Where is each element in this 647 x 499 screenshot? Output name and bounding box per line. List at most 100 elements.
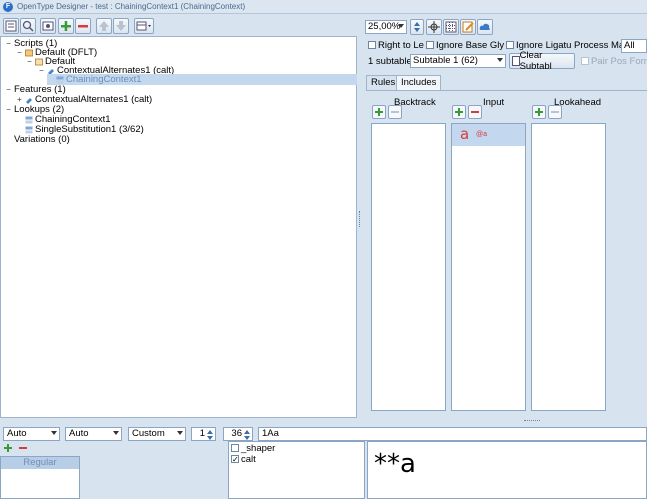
- input-remove-button[interactable]: [468, 105, 482, 119]
- remove-icon: [78, 25, 88, 28]
- ignore-base-checkbox[interactable]: Ignore Base Gly: [426, 40, 504, 52]
- move-up-icon: [99, 21, 109, 31]
- collapse-icon[interactable]: −: [5, 86, 12, 94]
- splitter-grip[interactable]: [359, 211, 361, 227]
- checkbox-box[interactable]: [231, 444, 239, 453]
- input-list-item-selected[interactable]: a @a: [452, 124, 525, 146]
- title-bar: F OpenType Designer - test : ChainingCon…: [0, 0, 647, 14]
- zoom-value: 25,00%: [368, 21, 401, 32]
- expand-icon[interactable]: +: [16, 96, 23, 104]
- remove-button[interactable]: [75, 18, 91, 34]
- collapse-icon[interactable]: −: [38, 67, 45, 75]
- size-stepper-value: 1: [199, 428, 205, 439]
- splitter-grip[interactable]: [524, 420, 540, 422]
- tree-settings-button[interactable]: [40, 18, 56, 34]
- pair-pos-format-checkbox[interactable]: Pair Pos Form: [581, 56, 647, 68]
- collapse-icon[interactable]: −: [5, 106, 12, 114]
- collapse-icon[interactable]: −: [26, 58, 33, 66]
- direction-combo[interactable]: Custom: [128, 427, 186, 441]
- move-down-icon: [116, 21, 126, 31]
- subtable-dropdown[interactable]: Subtable 1 (62): [410, 54, 506, 68]
- tree-node-spacer: [16, 116, 23, 123]
- view-menu-button[interactable]: [134, 18, 154, 34]
- clear-icon: [512, 56, 520, 66]
- checkbox-box[interactable]: [368, 41, 376, 50]
- feature-icon: [26, 97, 32, 104]
- process-marks-dropdown[interactable]: All: [621, 39, 647, 53]
- feature-toggle-label: calt: [241, 454, 256, 465]
- feature-toggle-list[interactable]: _shaper calt: [228, 441, 365, 499]
- direction-combo-value: Custom: [132, 428, 165, 439]
- cloud-button[interactable]: [477, 19, 493, 35]
- window-title: OpenType Designer - test : ChainingConte…: [17, 2, 246, 11]
- spin-arrows-icon: [414, 22, 420, 32]
- style-list[interactable]: Regular: [0, 456, 80, 499]
- right-to-left-checkbox[interactable]: Right to Le: [368, 40, 424, 52]
- search-tree-button[interactable]: [20, 18, 36, 34]
- lookahead-add-button[interactable]: [532, 105, 546, 119]
- tab-includes[interactable]: Includes: [396, 75, 442, 90]
- chevron-down-icon: [398, 24, 404, 28]
- zoom-dropdown[interactable]: 25,00%: [365, 20, 407, 34]
- zoom-spin-button[interactable]: [410, 19, 424, 35]
- checkbox-box[interactable]: [231, 455, 239, 464]
- add-button[interactable]: [58, 18, 74, 34]
- expand-tree-icon: [5, 20, 17, 32]
- stepper-arrows-icon[interactable]: [243, 429, 251, 441]
- chevron-down-icon: [177, 431, 183, 435]
- tree-node-label: Variations (0): [14, 134, 70, 145]
- checkbox-box[interactable]: [426, 41, 434, 50]
- right-to-left-label: Right to Le: [378, 40, 424, 51]
- clear-subtable-button[interactable]: Clear Subtabl: [509, 50, 575, 72]
- grid-icon: [445, 21, 457, 33]
- edit-button[interactable]: [460, 19, 476, 35]
- language-combo[interactable]: Auto: [65, 427, 122, 441]
- lookup-icon: [56, 76, 64, 83]
- style-remove-button[interactable]: [17, 442, 31, 455]
- sample-text-input[interactable]: 1Aa: [258, 427, 647, 441]
- script-combo[interactable]: Auto: [3, 427, 60, 441]
- lookahead-remove-button[interactable]: [548, 105, 562, 119]
- tree-node-spacer: [5, 136, 12, 143]
- size-stepper[interactable]: 1: [191, 427, 216, 441]
- process-marks-label: Process Mar: [574, 40, 628, 51]
- edit-icon: [462, 21, 474, 33]
- grid-button[interactable]: [443, 19, 459, 35]
- point-size-stepper[interactable]: 36: [223, 427, 253, 441]
- stepper-arrows-icon[interactable]: [206, 429, 214, 441]
- style-item-regular[interactable]: Regular: [1, 457, 79, 469]
- collapse-icon[interactable]: −: [16, 49, 23, 57]
- input-glyph: a: [460, 125, 470, 143]
- chevron-down-icon: [497, 58, 503, 62]
- move-up-button[interactable]: [96, 18, 112, 34]
- glyph-preview: **a: [367, 441, 647, 499]
- tree-node-label: ChainingContext1: [66, 74, 142, 85]
- style-add-button[interactable]: [2, 442, 16, 455]
- backtrack-list[interactable]: [371, 123, 446, 411]
- expand-tree-button[interactable]: [3, 18, 19, 34]
- checkbox-box[interactable]: [581, 57, 589, 66]
- process-marks-value: All: [624, 40, 635, 51]
- backtrack-add-button[interactable]: [372, 105, 386, 119]
- collapse-icon[interactable]: −: [5, 40, 12, 48]
- lookup-editor-panel: 25,00% Right to Le Ignore Base Gly Ignor…: [363, 16, 647, 418]
- lookup-tree[interactable]: − Scripts (1) − Default (DFLT) − Default…: [0, 36, 357, 418]
- feature-toggle-calt[interactable]: calt: [231, 454, 256, 465]
- add-icon: [61, 21, 71, 31]
- tree-node-chaining-context-selected[interactable]: ChainingContext1: [47, 74, 357, 85]
- preview-panel: Auto Auto Custom 1 36 1Aa Regular _shape…: [0, 424, 647, 499]
- lookahead-list[interactable]: [531, 123, 606, 411]
- input-add-button[interactable]: [452, 105, 466, 119]
- feature-toggle-shaper[interactable]: _shaper: [231, 443, 275, 454]
- tab-rules-label: Rules: [371, 77, 396, 88]
- input-list[interactable]: a @a: [451, 123, 526, 411]
- point-size-value: 36: [231, 428, 242, 439]
- checkbox-box[interactable]: [506, 41, 514, 50]
- feature-toggle-label: _shaper: [241, 443, 276, 454]
- crosshair-button[interactable]: [426, 19, 442, 35]
- tree-node-variations[interactable]: Variations (0): [5, 134, 70, 145]
- pair-pos-format-label: Pair Pos Form: [591, 56, 647, 67]
- crosshair-icon: [428, 21, 440, 33]
- backtrack-remove-button[interactable]: [388, 105, 402, 119]
- move-down-button[interactable]: [113, 18, 129, 34]
